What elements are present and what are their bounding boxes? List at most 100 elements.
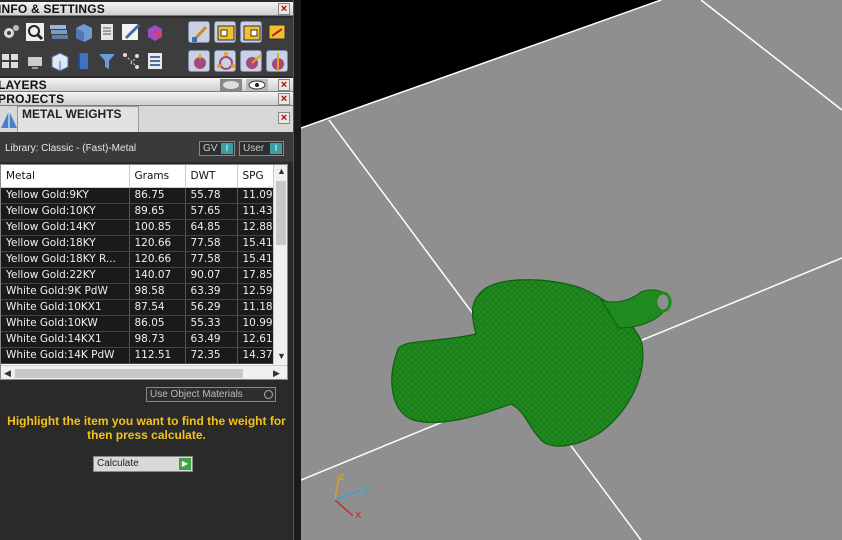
viewport-canvas[interactable]: y z x (301, 0, 842, 540)
calculate-button[interactable]: Calculate ▶ (93, 456, 193, 472)
cell-dwt[interactable]: 77.58 (185, 251, 238, 268)
window-tool-2-icon[interactable] (240, 21, 262, 43)
edit-icon[interactable] (120, 21, 142, 43)
layers-header[interactable]: LAYERS × (0, 78, 293, 92)
document-icon[interactable] (96, 21, 118, 43)
cell-spg[interactable]: 11.18 (237, 299, 278, 316)
cell-spg[interactable]: 12.61 (237, 331, 278, 348)
cell-metal[interactable]: White Gold:14KX1 (1, 331, 130, 348)
scroll-up-icon[interactable]: ▲ (277, 166, 286, 176)
cell-dwt[interactable]: 90.07 (185, 267, 238, 284)
table-row[interactable]: Yellow Gold:22KY 140.07 90.07 17.85 (1, 267, 278, 284)
layer-visibility-icon[interactable] (220, 79, 242, 91)
cell-dwt[interactable]: 63.49 (185, 331, 238, 348)
table-row[interactable]: White Gold:9K PdW 98.58 63.39 12.59 (1, 283, 278, 300)
cell-grams[interactable]: 112.51 (129, 347, 186, 364)
scroll-right-icon[interactable]: ▶ (273, 368, 280, 379)
use-object-materials-toggle[interactable]: Use Object Materials (146, 387, 276, 402)
cell-dwt[interactable]: 57.65 (185, 203, 238, 220)
snap-4-icon[interactable] (266, 50, 288, 72)
panel-splitter[interactable] (293, 0, 301, 540)
cell-grams[interactable]: 86.75 (129, 187, 186, 204)
table-row[interactable]: Yellow Gold:18KY R... 120.66 77.58 15.41 (1, 251, 278, 268)
cell-metal[interactable]: White Gold:10KX1 (1, 299, 130, 316)
cell-metal[interactable]: Yellow Gold:18KY R... (1, 251, 130, 268)
paint-brush-icon[interactable] (188, 21, 210, 43)
table-row[interactable]: White Gold:14K PdW 112.51 72.35 14.37 (1, 347, 278, 364)
info-settings-header[interactable]: INFO & SETTINGS × (0, 2, 293, 16)
cell-metal[interactable]: Yellow Gold:18KY (1, 235, 130, 252)
table-row[interactable]: White Gold:10KW 86.05 55.33 10.99 (1, 315, 278, 332)
projects-header[interactable]: PROJECTS × (0, 92, 293, 106)
metal-weights-tab[interactable]: METAL WEIGHTS × (0, 106, 293, 132)
cell-metal[interactable]: White Gold:9K PdW (1, 283, 130, 300)
list-icon[interactable] (144, 50, 166, 72)
cell-dwt[interactable]: 55.33 (185, 315, 238, 332)
cell-spg[interactable]: 17.85 (237, 267, 278, 284)
cell-spg[interactable]: 15.41 (237, 235, 278, 252)
scroll-thumb[interactable] (15, 369, 243, 378)
cell-grams[interactable]: 100.85 (129, 219, 186, 236)
snap-3-icon[interactable] (240, 50, 262, 72)
cell-grams[interactable]: 98.73 (129, 331, 186, 348)
snap-1-icon[interactable] (188, 50, 210, 72)
snap-2-icon[interactable] (214, 50, 236, 72)
material-icon[interactable] (144, 21, 166, 43)
column-header-metal[interactable]: Metal (1, 165, 130, 188)
network-icon[interactable] (120, 50, 142, 72)
cell-spg[interactable]: 11.09 (237, 187, 278, 204)
column-header-spg[interactable]: SPG (237, 165, 278, 188)
scroll-left-icon[interactable]: ◀ (4, 368, 11, 379)
cell-spg[interactable]: 14.37 (237, 347, 278, 364)
cell-grams[interactable]: 89.65 (129, 203, 186, 220)
layers-stack-icon[interactable] (48, 21, 70, 43)
window-tool-icon[interactable] (214, 21, 236, 43)
window-tool-3-icon[interactable] (266, 21, 288, 43)
table-row[interactable]: White Gold:14KX1 98.73 63.49 12.61 (1, 331, 278, 348)
3d-viewport[interactable]: y z x (301, 0, 842, 540)
cell-spg[interactable]: 12.59 (237, 283, 278, 300)
cell-metal[interactable]: White Gold:14K PdW (1, 347, 130, 364)
cell-grams[interactable]: 86.05 (129, 315, 186, 332)
cell-dwt[interactable]: 64.85 (185, 219, 238, 236)
close-icon[interactable]: × (278, 79, 290, 91)
cell-metal[interactable]: Yellow Gold:22KY (1, 267, 130, 284)
eye-icon[interactable] (246, 79, 268, 91)
table-row[interactable]: Yellow Gold:9KY 86.75 55.78 11.09 (1, 187, 278, 204)
table-row[interactable]: Yellow Gold:18KY 120.66 77.58 15.41 (1, 235, 278, 252)
column-header-dwt[interactable]: DWT (185, 165, 238, 188)
cell-spg[interactable]: 11.43 (237, 203, 278, 220)
settings-gear-icon[interactable] (0, 21, 22, 43)
column-header-grams[interactable]: Grams (129, 165, 186, 188)
vertical-scrollbar[interactable]: ▲ ▼ (273, 165, 287, 365)
cell-spg[interactable]: 12.88 (237, 219, 278, 236)
close-icon[interactable]: × (278, 3, 290, 15)
user-toggle[interactable]: User I (239, 141, 284, 156)
cell-metal[interactable]: Yellow Gold:14KY (1, 219, 130, 236)
grid-icon[interactable] (0, 50, 22, 72)
cell-grams[interactable]: 120.66 (129, 251, 186, 268)
cell-metal[interactable]: Yellow Gold:9KY (1, 187, 130, 204)
cell-grams[interactable]: 140.07 (129, 267, 186, 284)
cell-dwt[interactable]: 55.78 (185, 187, 238, 204)
cell-spg[interactable]: 15.41 (237, 251, 278, 268)
box-icon[interactable] (48, 50, 70, 72)
filter-icon[interactable] (96, 50, 118, 72)
monitor-icon[interactable] (24, 50, 46, 72)
table-row[interactable]: Yellow Gold:10KY 89.65 57.65 11.43 (1, 203, 278, 220)
scroll-thumb[interactable] (276, 181, 286, 245)
gv-toggle[interactable]: GV I (199, 141, 235, 156)
cell-metal[interactable]: White Gold:10KW (1, 315, 130, 332)
cell-metal[interactable]: Yellow Gold:10KY (1, 203, 130, 220)
cell-grams[interactable]: 98.58 (129, 283, 186, 300)
close-icon[interactable]: × (278, 112, 290, 124)
cell-dwt[interactable]: 72.35 (185, 347, 238, 364)
cell-dwt[interactable]: 56.29 (185, 299, 238, 316)
table-row[interactable]: Yellow Gold:14KY 100.85 64.85 12.88 (1, 219, 278, 236)
close-icon[interactable]: × (278, 93, 290, 105)
book-icon[interactable] (72, 50, 94, 72)
cube-icon[interactable] (72, 21, 94, 43)
horizontal-scrollbar[interactable]: ◀ ▶ (1, 365, 287, 379)
cell-grams[interactable]: 120.66 (129, 235, 186, 252)
table-row[interactable]: White Gold:10KX1 87.54 56.29 11.18 (1, 299, 278, 316)
